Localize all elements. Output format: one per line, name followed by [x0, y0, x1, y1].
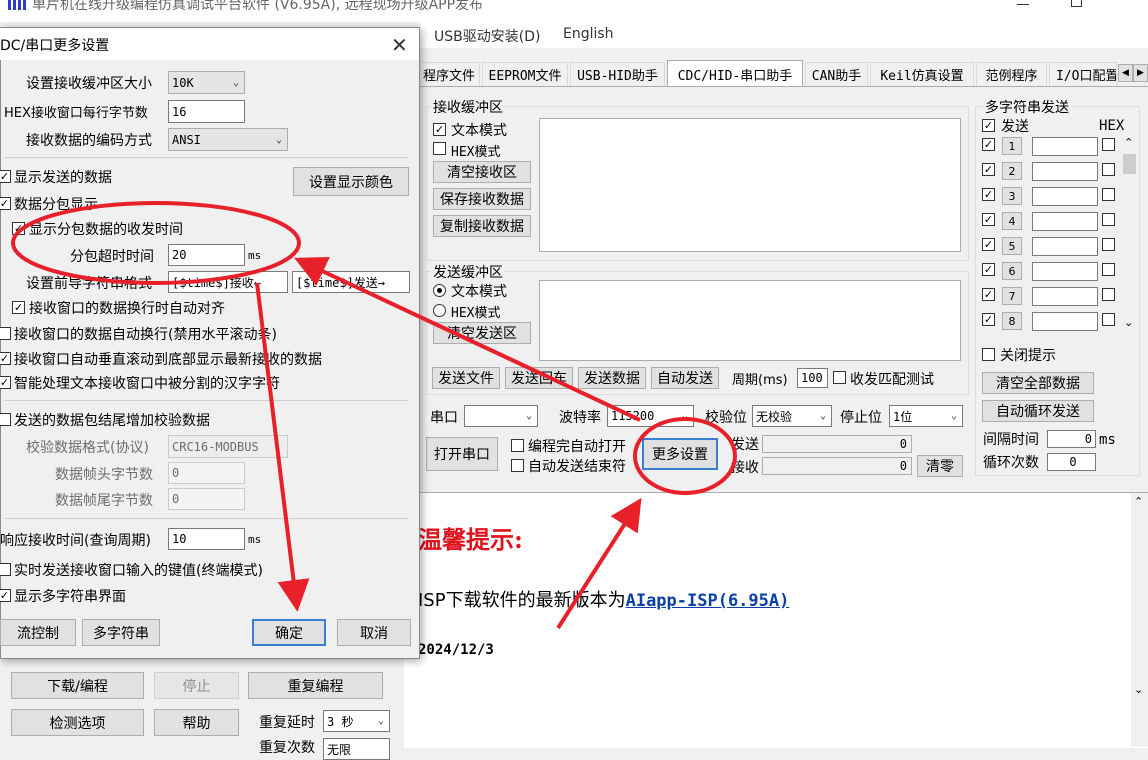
annotation-arrow-to-packet: [294, 256, 641, 422]
annotation-arrow-to-ok: [255, 282, 310, 612]
annotation-ellipse-packet-time: [11, 201, 301, 285]
annotation-ellipse-more-settings: [633, 417, 737, 495]
annotation-arrow-to-more: [556, 497, 642, 630]
annotation-overlay: [11, 201, 737, 630]
